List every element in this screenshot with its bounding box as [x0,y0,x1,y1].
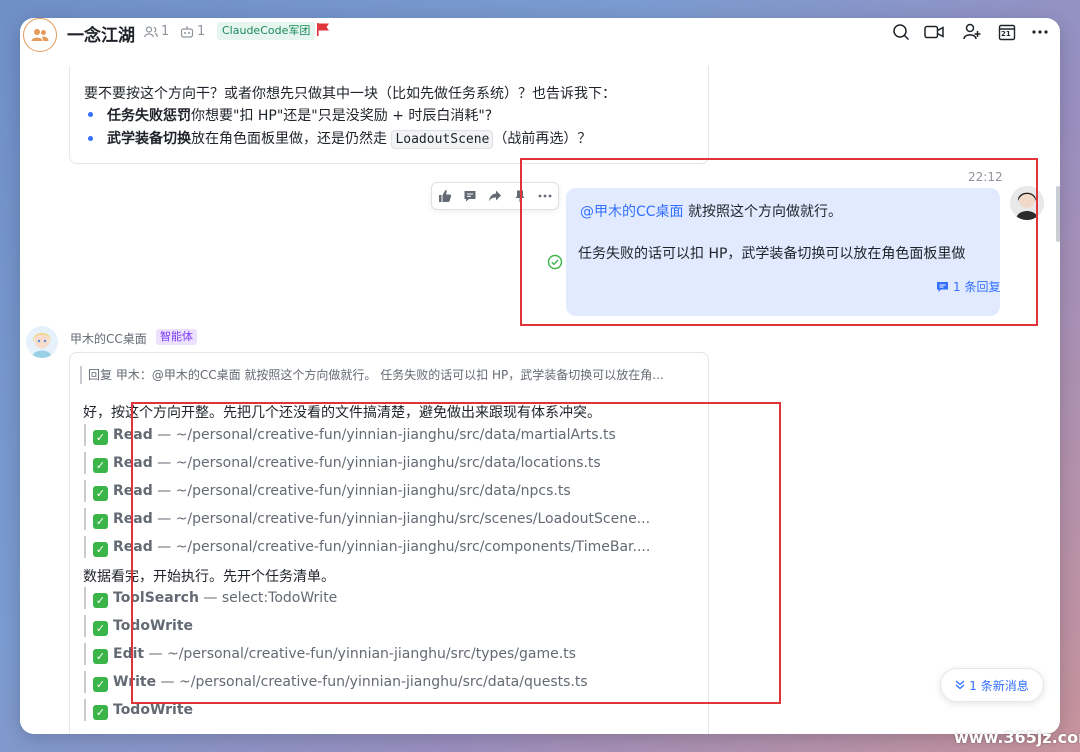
highlight-box-bot-reply [131,402,781,704]
inline-code: LoadoutScene [391,130,494,149]
check-icon: ✓ [93,621,108,636]
more-icon[interactable] [1030,22,1050,42]
group-avatar[interactable] [23,18,57,52]
member-count-value: 1 [161,24,170,39]
bot-sender-name[interactable]: 甲木的CC桌面 [70,330,147,347]
previous-message-question: 要不要按这个方向干？或者你想先只做其中一块（比如先做任务系统）？也告诉我下： [84,86,616,102]
check-icon: ✓ [93,542,108,557]
new-messages-button[interactable]: 1 条新消息 [940,668,1044,702]
members-icon [144,25,158,37]
message-list[interactable]: 要不要按这个方向干？或者你想先只做其中一块（比如先做任务系统）？也告诉我下： 任… [20,66,1060,734]
check-icon: ✓ [93,677,108,692]
double-chevron-down-icon [955,680,965,690]
search-icon[interactable] [891,22,911,42]
bullet-dot [88,136,93,141]
add-member-icon[interactable] [962,22,982,42]
video-icon[interactable] [924,22,944,42]
bullet-bold-loadout: 武学装备切换 [107,131,191,147]
comment-icon[interactable] [463,189,477,203]
bullet-item-loadout: 武学装备切换放在角色面板里做，还是仍然走 LoadoutScene （战前再选）？ [107,128,592,149]
tool-name: TodoWrite [113,702,194,718]
highlight-box-user-message [520,158,1038,326]
flag-icon[interactable] [316,22,330,41]
previous-message-card: 要不要按这个方向干？或者你想先只做其中一块（比如先做任务系统）？也告诉我下： 任… [69,66,709,164]
calendar-day: 21 [1001,30,1011,38]
group-tag[interactable]: ClaudeCode军团 [217,22,316,40]
bullet-bold-penalty: 任务失败惩罚 [107,108,191,124]
check-icon: ✓ [93,649,108,664]
bot-avatar[interactable] [26,326,58,358]
thumbs-up-icon[interactable] [438,189,452,203]
bullet-dot [88,112,93,117]
check-icon: ✓ [93,593,108,608]
scrollbar[interactable] [1056,186,1060,242]
check-icon: ✓ [93,486,108,501]
bullet-text-loadout-end: （战前再选）？ [493,131,592,147]
bot-count-value: 1 [197,24,206,39]
bot-count[interactable]: 1 [180,24,205,39]
calendar-icon[interactable]: 21 [997,22,1017,42]
bot-icon [180,26,194,38]
quoted-reply[interactable]: 回复 甲木：@甲木的CC桌面 就按照这个方向做就行。 任务失败的话可以扣 HP，… [80,366,664,384]
check-icon: ✓ [93,514,108,529]
chat-header: 一念江湖 1 1 ClaudeCode军团 21 [20,18,1060,66]
bullet-text-loadout: 放在角色面板里做，还是仍然走 [191,131,387,147]
chat-window: 一念江湖 1 1 ClaudeCode军团 21 要不要按这个方向干？或者你想先… [20,18,1060,734]
new-messages-label: 1 条新消息 [969,678,1029,693]
watermark: www.365jz.com [954,728,1080,747]
forward-icon[interactable] [488,189,502,203]
chat-title[interactable]: 一念江湖 [67,21,135,46]
bullet-item-penalty: 任务失败惩罚你想要"扣 HP"还是"只是没奖励 + 时辰白消耗"? [107,105,492,125]
check-icon: ✓ [93,458,108,473]
bullet-text-penalty: 你想要"扣 HP"还是"只是没奖励 + 时辰白消耗"? [191,108,493,124]
check-icon: ✓ [93,705,108,720]
member-count[interactable]: 1 [144,24,169,39]
bot-badge: 智能体 [156,329,197,345]
check-icon: ✓ [93,430,108,445]
group-icon [31,29,49,41]
